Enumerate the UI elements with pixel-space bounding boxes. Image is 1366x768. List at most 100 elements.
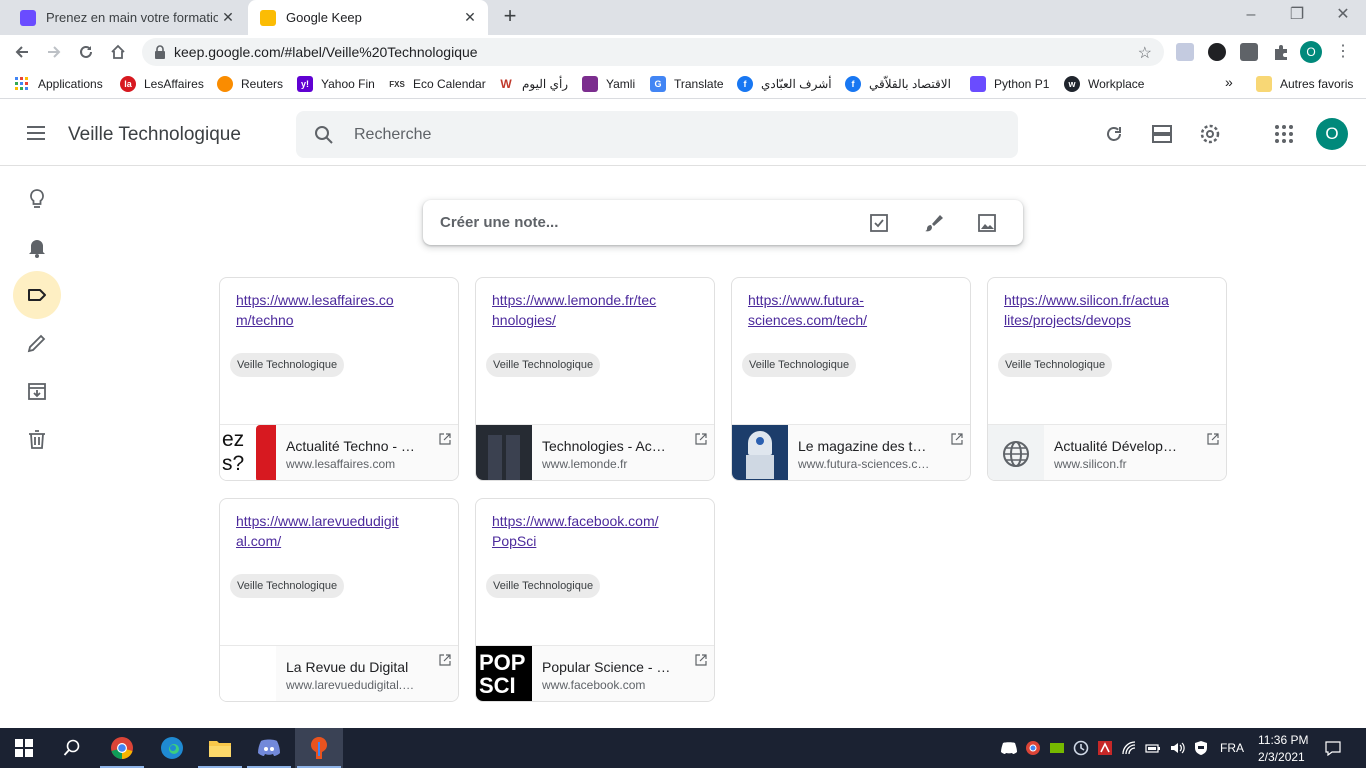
forward-button[interactable] xyxy=(42,40,66,64)
language-indicator[interactable]: FRA xyxy=(1220,741,1244,755)
sidebar-item-archive[interactable] xyxy=(13,367,61,415)
taskbar-active-app[interactable] xyxy=(295,728,343,768)
reload-button[interactable] xyxy=(74,40,98,64)
note-card[interactable]: https://www.lesaffaires.co m/techno Veill… xyxy=(219,277,459,481)
restore-icon[interactable]: ❐ xyxy=(1274,0,1320,32)
link-preview[interactable]: ez s? Actualité Techno - … www.lesaffair… xyxy=(220,424,458,480)
note-card[interactable]: https://www.futura-sciences.com/tech/ Ve… xyxy=(731,277,971,481)
new-list-checkbox-icon[interactable] xyxy=(868,212,890,234)
create-note-bar[interactable]: Créer une note... xyxy=(423,200,1023,245)
close-tab-icon[interactable]: ✕ xyxy=(462,9,478,25)
link-preview[interactable]: Actualité Dévelop… www.silicon.fr xyxy=(988,424,1226,480)
note-card[interactable]: https://www.silicon.fr/actua lites/projec… xyxy=(987,277,1227,481)
link-preview[interactable]: Le magazine des t… www.futura-sciences.c… xyxy=(732,424,970,480)
note-card[interactable]: https://www.lemonde.fr/tec hnologies/ Vei… xyxy=(475,277,715,481)
nvidia-tray-icon[interactable] xyxy=(1049,740,1065,756)
bookmark-achraf[interactable]: f أشرف العبّادي xyxy=(737,76,832,92)
note-label-chip[interactable]: Veille Technologique xyxy=(230,353,345,377)
discord-tray-icon[interactable] xyxy=(1001,740,1017,756)
note-link[interactable]: https://www.futura-sciences.com/tech/ xyxy=(748,290,958,330)
bookmark-workplace[interactable]: w Workplace xyxy=(1064,76,1144,92)
note-link[interactable]: https://www.facebook.com/PopSci xyxy=(492,511,702,551)
bookmark-iqtisad[interactable]: f الاقتصاد بالقلاّقي xyxy=(845,76,951,92)
note-label-chip[interactable]: Veille Technologique xyxy=(486,574,601,598)
minimize-icon[interactable]: – xyxy=(1228,0,1274,32)
link-preview[interactable]: POP SCI Popular Science - … www.facebook… xyxy=(476,645,714,701)
sidebar-item-trash[interactable] xyxy=(13,415,61,463)
search-input[interactable] xyxy=(354,123,954,147)
close-window-icon[interactable]: ✕ xyxy=(1320,0,1366,32)
bookmark-yamli[interactable]: Yamli xyxy=(582,76,635,92)
bookmark-lesaffaires[interactable]: la LesAffaires xyxy=(120,76,204,92)
note-label-chip[interactable]: Veille Technologique xyxy=(230,574,345,598)
link-preview[interactable]: Technologies - Ac… www.lemonde.fr xyxy=(476,424,714,480)
open-external-icon[interactable] xyxy=(694,432,708,446)
bookmarks-overflow-button[interactable]: » xyxy=(1225,74,1233,90)
note-link[interactable]: https://www.lesaffaires.co m/techno xyxy=(236,290,446,330)
open-external-icon[interactable] xyxy=(950,432,964,446)
notification-center-icon[interactable] xyxy=(1325,740,1341,756)
main-menu-button[interactable] xyxy=(24,121,48,145)
sidebar-item-reminders[interactable] xyxy=(13,223,61,271)
sidebar-item-label-veille[interactable] xyxy=(13,271,61,319)
note-link[interactable]: https://www.lemonde.fr/tec hnologies/ xyxy=(492,290,702,330)
bookmark-other-favorites[interactable]: Autres favoris xyxy=(1256,76,1353,92)
battery-tray-icon[interactable] xyxy=(1145,740,1161,756)
link-preview[interactable]: La Revue du Digital www.larevuedudigital… xyxy=(220,645,458,701)
flag-extension-icon[interactable] xyxy=(1176,43,1194,61)
open-external-icon[interactable] xyxy=(438,432,452,446)
tab-google-keep[interactable]: Google Keep ✕ xyxy=(248,0,488,35)
start-button[interactable] xyxy=(0,728,48,768)
chrome-profile-avatar[interactable]: O xyxy=(1300,41,1322,63)
note-label-chip[interactable]: Veille Technologique xyxy=(742,353,857,377)
close-tab-icon[interactable]: ✕ xyxy=(220,9,236,25)
address-bar[interactable]: keep.google.com/#label/Veille%20Technolo… xyxy=(142,38,1164,66)
note-label-chip[interactable]: Veille Technologique xyxy=(998,353,1113,377)
wordpress-extension-icon[interactable] xyxy=(1208,43,1226,61)
wifi-tray-icon[interactable] xyxy=(1121,740,1137,756)
note-card[interactable]: https://www.facebook.com/PopSci Veille T… xyxy=(475,498,715,702)
chrome-tray-icon[interactable] xyxy=(1025,740,1041,756)
settings-gear-icon[interactable] xyxy=(1199,123,1221,145)
taskbar-file-explorer[interactable] xyxy=(196,728,244,768)
note-link[interactable]: https://www.larevuedudigit al.com/ xyxy=(236,511,446,551)
new-tab-button[interactable]: + xyxy=(500,5,520,27)
home-button[interactable] xyxy=(106,40,130,64)
account-avatar[interactable]: O xyxy=(1316,118,1348,150)
back-button[interactable] xyxy=(10,40,34,64)
bookmark-python-p1[interactable]: Python P1 xyxy=(970,76,1049,92)
taskbar-edge[interactable] xyxy=(148,728,196,768)
new-image-icon[interactable] xyxy=(976,212,998,234)
taskbar-search-button[interactable] xyxy=(48,728,96,768)
bookmark-star-icon[interactable]: ☆ xyxy=(1138,43,1152,63)
clock-date[interactable]: 2/3/2021 xyxy=(1258,750,1305,764)
bookmark-reuters[interactable]: Reuters xyxy=(217,76,283,92)
open-external-icon[interactable] xyxy=(438,653,452,667)
bookmark-eco-calendar[interactable]: FXS Eco Calendar xyxy=(389,76,486,92)
puzzle-extensions-icon[interactable] xyxy=(1272,43,1290,61)
volume-tray-icon[interactable] xyxy=(1169,740,1185,756)
sidebar-item-notes[interactable] xyxy=(13,175,61,223)
new-drawing-brush-icon[interactable] xyxy=(922,212,944,234)
chrome-menu-icon[interactable]: ⋮ xyxy=(1334,43,1352,61)
note-card[interactable]: https://www.larevuedudigit al.com/ Veille… xyxy=(219,498,459,702)
note-link[interactable]: https://www.silicon.fr/actua lites/projec… xyxy=(1004,290,1214,330)
bookmark-yahoo-fin[interactable]: y! Yahoo Fin xyxy=(297,76,375,92)
list-view-icon[interactable] xyxy=(1151,123,1173,145)
bookmark-applications[interactable]: Applications xyxy=(14,76,103,92)
search-icon[interactable] xyxy=(314,125,334,145)
clock-time[interactable]: 11:36 PM xyxy=(1258,733,1308,747)
note-label-chip[interactable]: Veille Technologique xyxy=(486,353,601,377)
open-external-icon[interactable] xyxy=(1206,432,1220,446)
google-apps-icon[interactable] xyxy=(1273,123,1295,145)
tab-openclassrooms[interactable]: Prenez en main votre formation | ✕ xyxy=(8,0,246,35)
sync-tray-icon[interactable] xyxy=(1073,740,1089,756)
security-shield-tray-icon[interactable] xyxy=(1193,740,1209,756)
taskbar-discord[interactable] xyxy=(245,728,293,768)
refresh-icon[interactable] xyxy=(1103,123,1125,145)
antivirus-tray-icon[interactable] xyxy=(1097,740,1113,756)
taskbar-chrome[interactable] xyxy=(98,728,146,768)
bookmark-translate[interactable]: G Translate xyxy=(650,76,724,92)
bookmark-rai-alyoum[interactable]: W رأي اليوم xyxy=(498,76,568,92)
sidebar-item-edit-labels[interactable] xyxy=(13,319,61,367)
